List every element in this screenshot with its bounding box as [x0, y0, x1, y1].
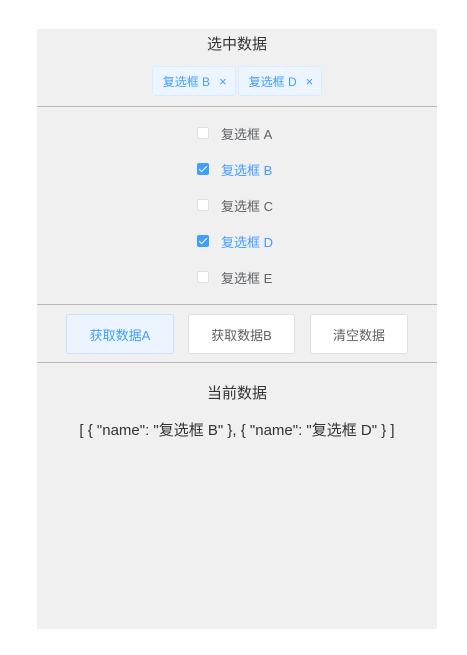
- checkbox-label: 复选框 D: [221, 234, 274, 250]
- divider: [37, 362, 437, 363]
- current-data-value: [ { "name": "复选框 B" }, { "name": "复选框 D"…: [79, 422, 395, 439]
- checkbox-box[interactable]: [197, 271, 209, 283]
- selected-tags: 复选框 B × 复选框 D ×: [37, 66, 437, 96]
- tag-checkbox-d: 复选框 D ×: [237, 66, 323, 96]
- checkbox-box[interactable]: [197, 127, 209, 139]
- divider: [37, 304, 437, 305]
- checkbox-label: 复选框 E: [221, 270, 273, 286]
- tag-label: 复选框 D: [248, 74, 297, 89]
- checkbox-box[interactable]: [197, 163, 209, 175]
- checkbox-d[interactable]: 复选框 D: [197, 231, 273, 251]
- tag-checkbox-b: 复选框 B ×: [151, 66, 236, 96]
- checkbox-c[interactable]: 复选框 C: [197, 195, 273, 215]
- checkbox-a[interactable]: 复选框 A: [197, 123, 272, 143]
- close-icon[interactable]: ×: [306, 75, 314, 88]
- checkbox-label: 复选框 B: [221, 162, 273, 178]
- current-data-title: 当前数据: [206, 385, 267, 402]
- checkbox-label: 复选框 A: [221, 126, 273, 142]
- checkbox-demo-panel: 选中数据 复选框 B × 复选框 D × 复选框 A 复选框 B 复选框 C 复…: [37, 29, 437, 629]
- clear-data-button[interactable]: 清空数据: [310, 314, 408, 354]
- checkbox-b[interactable]: 复选框 B: [197, 159, 272, 179]
- selected-data-title: 选中数据: [206, 36, 267, 53]
- checkbox-box[interactable]: [197, 235, 209, 247]
- tag-label: 复选框 B: [162, 74, 211, 89]
- get-data-a-button[interactable]: 获取数据A: [66, 314, 174, 354]
- checkbox-e[interactable]: 复选框 E: [197, 267, 272, 287]
- divider: [37, 106, 437, 107]
- checkbox-label: 复选框 C: [221, 198, 274, 214]
- checkbox-box[interactable]: [197, 199, 209, 211]
- get-data-b-button[interactable]: 获取数据B: [188, 314, 295, 354]
- close-icon[interactable]: ×: [219, 75, 227, 88]
